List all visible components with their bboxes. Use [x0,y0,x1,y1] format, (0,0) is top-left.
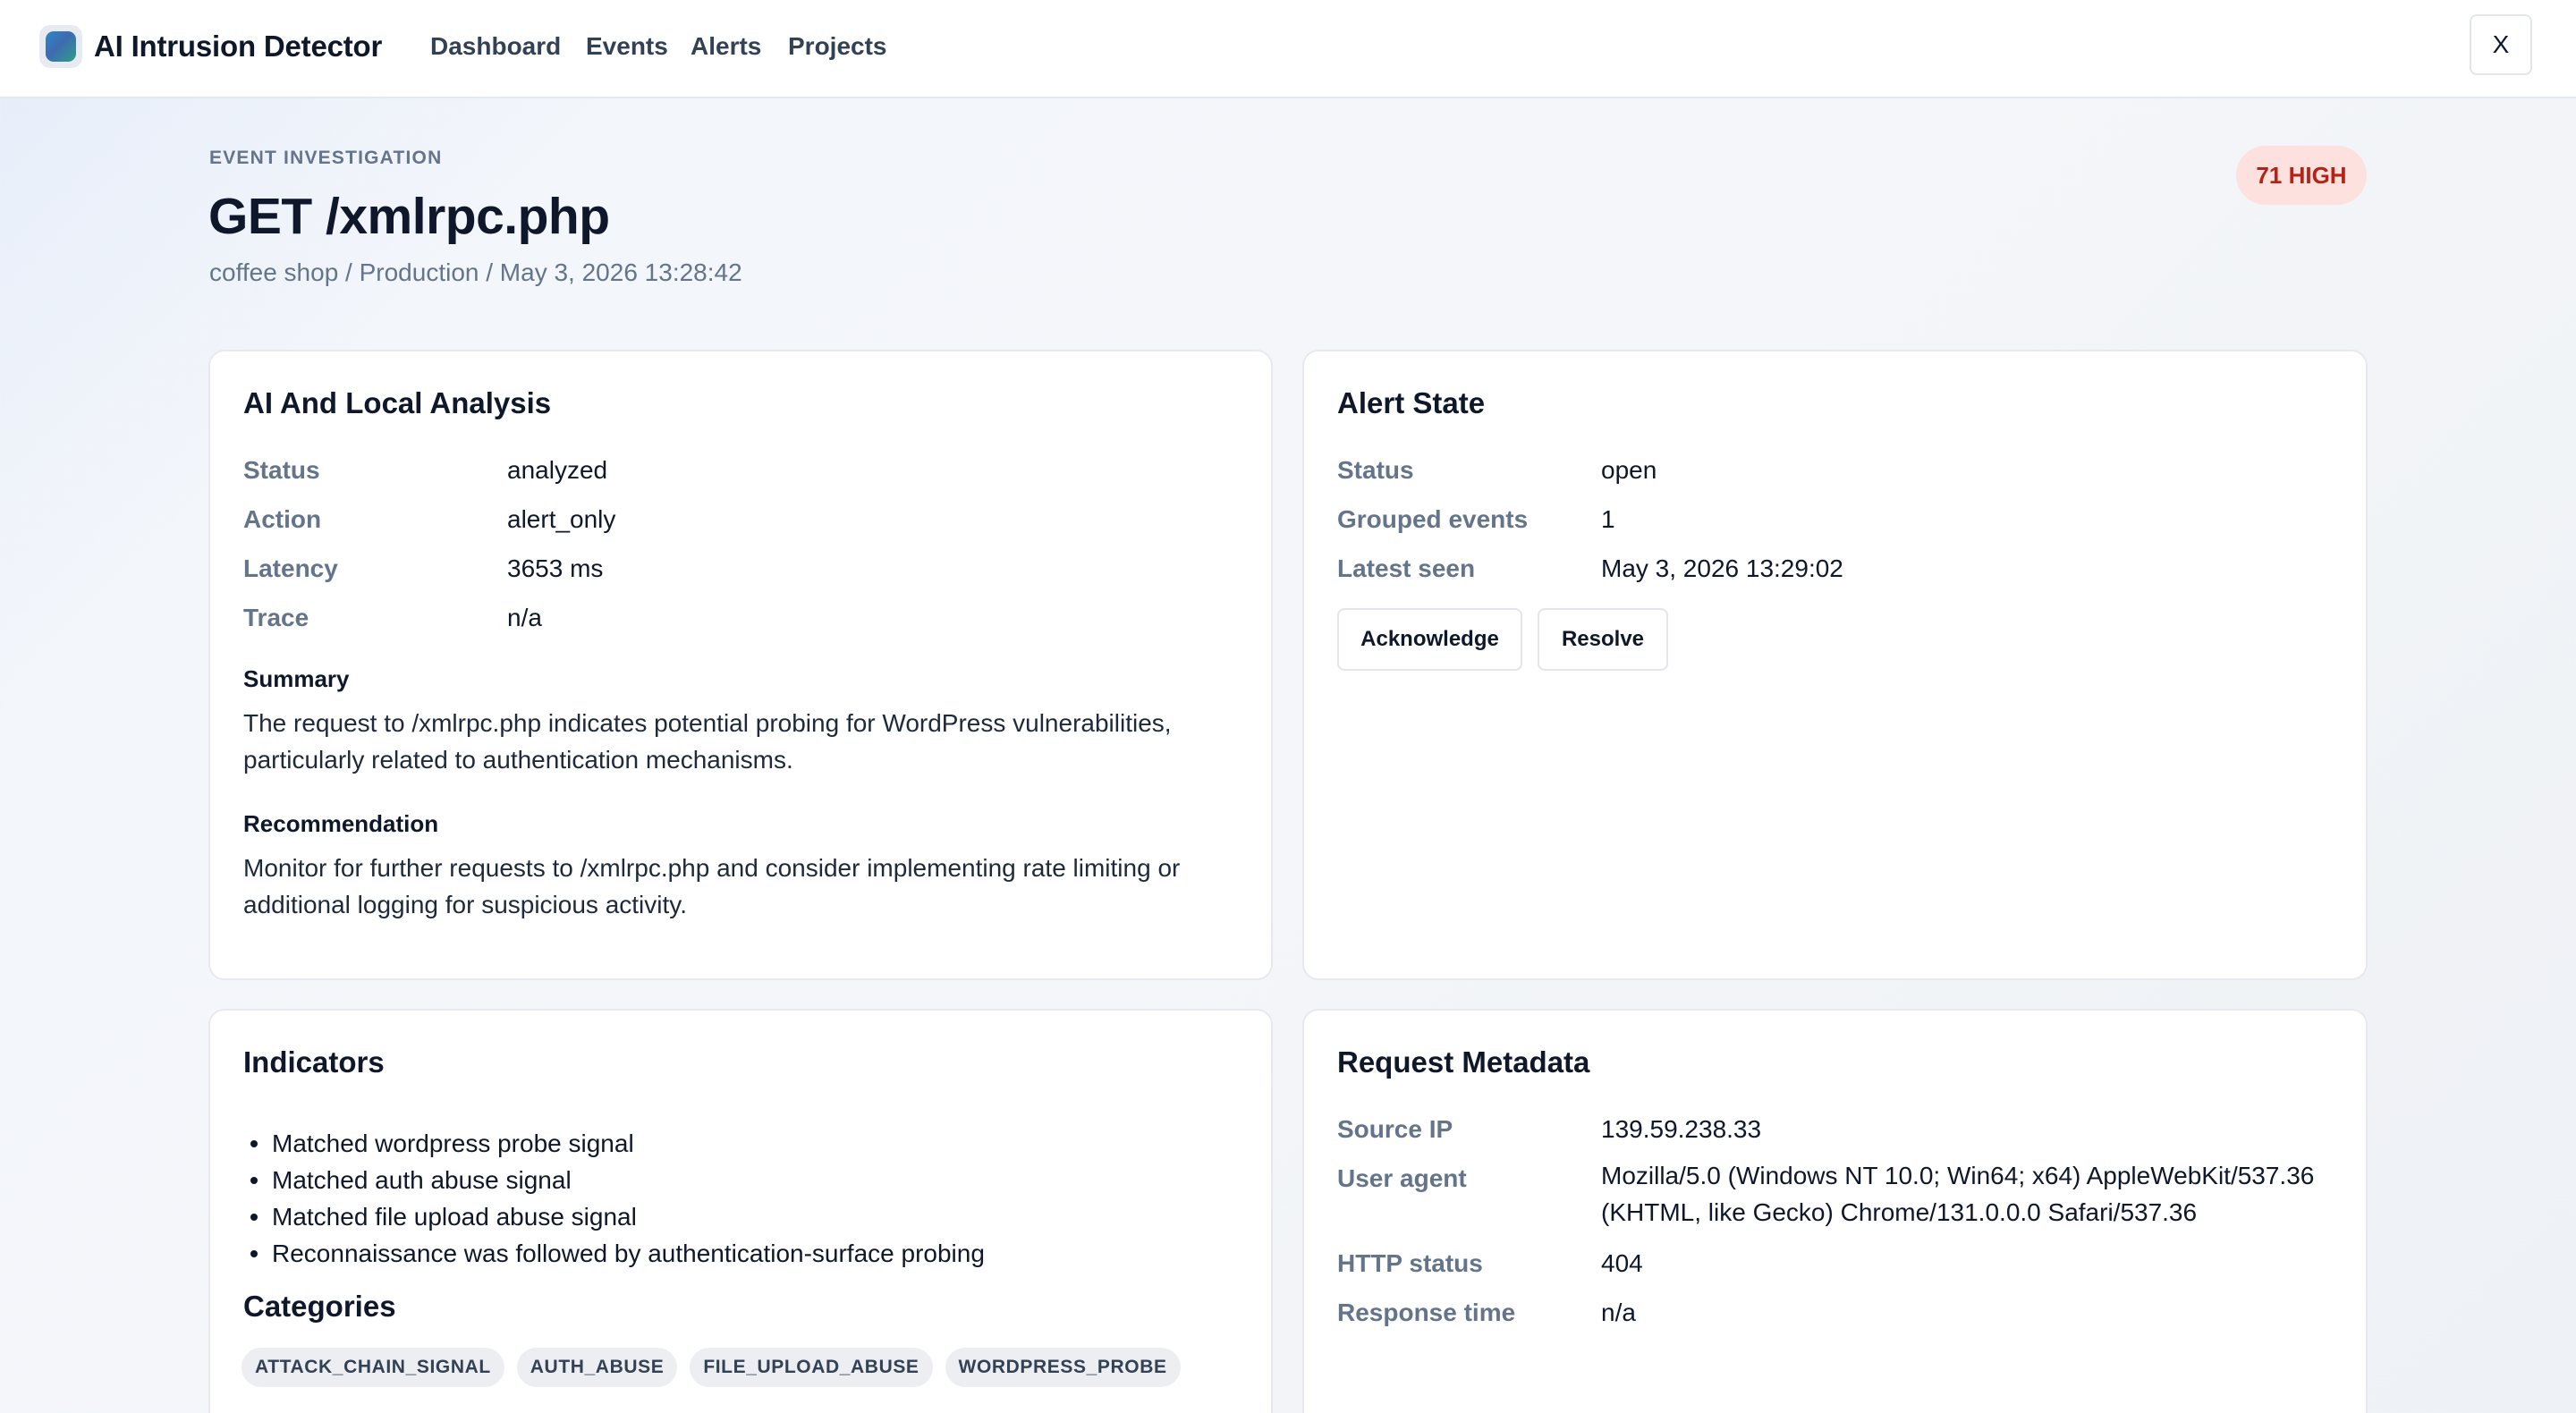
analysis-latency-value: 3653 ms [507,554,604,582]
latest-seen-value: May 3, 2026 13:29:02 [1601,554,1843,582]
nav-projects[interactable]: Projects [788,30,887,63]
analysis-status-value: analyzed [507,456,608,484]
categories-title: Categories [243,1290,396,1323]
page-eyebrow: EVENT INVESTIGATION [209,148,443,168]
app-name: AI Intrusion Detector [94,30,383,63]
latest-seen-label: Latest seen [1337,554,1476,582]
summary-text: The request to /xmlrpc.php indicates pot… [243,709,1172,774]
list-item: Matched file upload abuse signal [243,1198,985,1235]
alert-state-title: Alert State [1337,386,1486,419]
nav-alerts[interactable]: Alerts [691,30,761,63]
grouped-events-label: Grouped events [1337,505,1529,533]
list-item: Matched auth abuse signal [243,1162,985,1198]
category-chip: FILE_UPLOAD_ABUSE [690,1348,933,1387]
severity-badge: 71 HIGH [2236,146,2367,205]
analysis-action-value: alert_only [507,505,616,533]
app-logo-icon [39,25,82,68]
request-metadata-card: Request Metadata Source IP 139.59.238.33… [1302,1009,2368,1413]
indicators-title: Indicators [243,1045,385,1079]
http-status-value: 404 [1601,1249,1643,1277]
nav-events[interactable]: Events [586,30,668,63]
recommendation-text: Monitor for further requests to /xmlrpc.… [243,854,1181,918]
user-agent-value: Mozilla/5.0 (Windows NT 10.0; Win64; x64… [1601,1162,2315,1226]
http-status-label: HTTP status [1337,1249,1483,1277]
summary-heading: Summary [243,665,350,692]
user-agent-label: User agent [1337,1164,1467,1192]
alert-status-label: Status [1337,456,1414,484]
source-ip-value: 139.59.238.33 [1601,1115,1762,1143]
category-chips: ATTACK_CHAIN_SIGNAL AUTH_ABUSE FILE_UPLO… [242,1348,1181,1387]
list-item: Matched wordpress probe signal [243,1125,985,1162]
response-time-label: Response time [1337,1299,1516,1326]
request-metadata-title: Request Metadata [1337,1045,1590,1079]
category-chip: ATTACK_CHAIN_SIGNAL [242,1348,504,1387]
analysis-action-label: Action [243,505,322,533]
source-ip-label: Source IP [1337,1115,1453,1143]
recommendation-heading: Recommendation [243,810,439,837]
acknowledge-button[interactable]: Acknowledge [1337,608,1522,671]
indicators-card: Indicators Matched wordpress probe signa… [208,1009,1273,1413]
analysis-status-label: Status [243,456,320,484]
indicator-list: Matched wordpress probe signal Matched a… [243,1125,985,1272]
close-button[interactable]: X [2470,14,2532,75]
breadcrumb: coffee shop / Production / May 3, 2026 1… [209,258,742,286]
analysis-card-title: AI And Local Analysis [243,386,552,419]
analysis-trace-value: n/a [507,604,542,631]
analysis-card: AI And Local Analysis Status analyzed Ac… [208,350,1273,980]
nav-dashboard[interactable]: Dashboard [430,30,561,63]
category-chip: WORDPRESS_PROBE [945,1348,1181,1387]
top-nav-bar: AI Intrusion Detector Dashboard Events A… [0,0,2576,98]
analysis-trace-label: Trace [243,604,309,631]
analysis-latency-label: Latency [243,554,338,582]
response-time-value: n/a [1601,1299,1636,1326]
alert-status-value: open [1601,456,1657,484]
resolve-button[interactable]: Resolve [1538,608,1668,671]
category-chip: AUTH_ABUSE [516,1348,678,1387]
list-item: Reconnaissance was followed by authentic… [243,1235,985,1272]
alert-state-card: Alert State Status open Grouped events 1… [1302,350,2368,980]
page-title: GET /xmlrpc.php [208,188,610,245]
grouped-events-value: 1 [1601,505,1615,533]
